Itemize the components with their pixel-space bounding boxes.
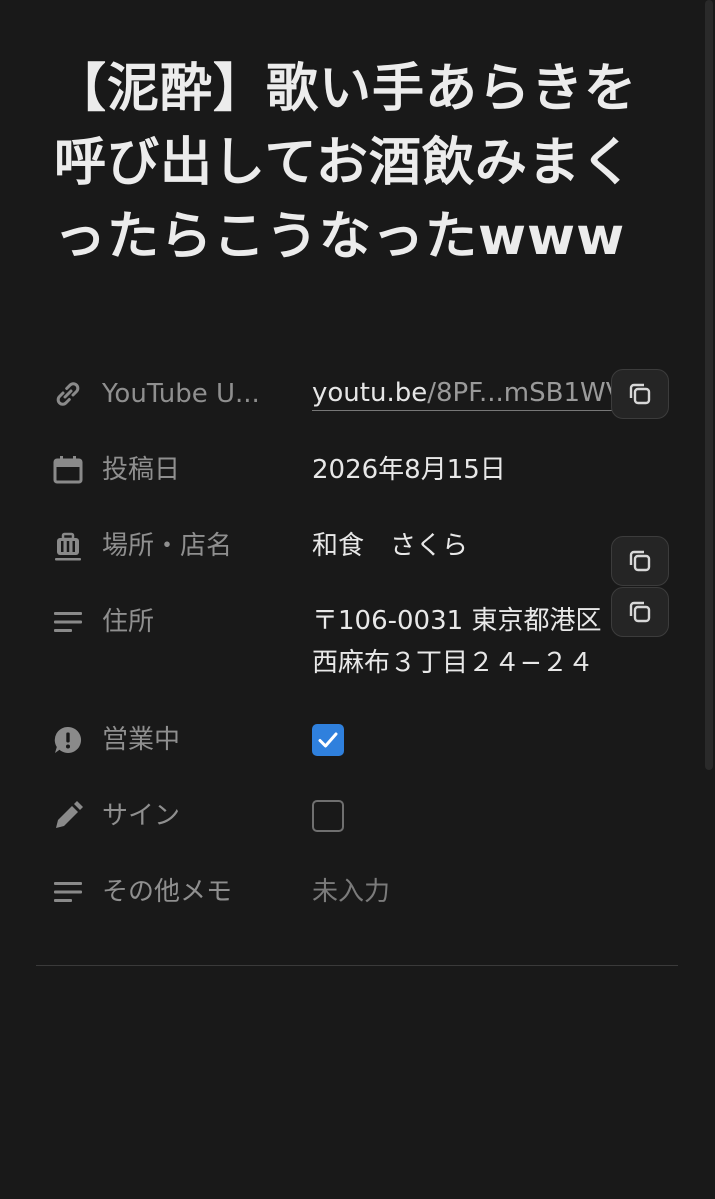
property-label: 住所: [102, 607, 155, 637]
youtube-url-link[interactable]: youtu.be/8PF...mSB1WV: [312, 376, 612, 411]
property-row-youtube-url[interactable]: YouTube U... youtu.be/8PF...mSB1WV: [0, 360, 715, 436]
property-row-memo[interactable]: その他メモ 未入力: [0, 858, 715, 934]
copy-button[interactable]: [611, 587, 669, 637]
property-label: 投稿日: [102, 455, 181, 485]
pencil-icon: [52, 800, 84, 832]
property-label: YouTube U...: [102, 379, 260, 409]
sign-checkbox[interactable]: [312, 800, 344, 832]
divider: [36, 965, 678, 966]
open-checkbox[interactable]: [312, 724, 344, 756]
property-list: YouTube U... youtu.be/8PF...mSB1WV 投稿日 2…: [0, 360, 715, 934]
alert-bubble-icon: [52, 724, 84, 756]
text-lines-icon: [52, 606, 84, 638]
place-name-value[interactable]: 和食 さくら: [312, 528, 468, 564]
building-icon: [52, 530, 84, 562]
calendar-icon: [52, 454, 84, 486]
checkmark-icon: [318, 732, 338, 748]
property-label: その他メモ: [102, 877, 233, 907]
copy-icon: [629, 601, 651, 623]
memo-value[interactable]: 未入力: [312, 874, 390, 910]
property-row-address[interactable]: 住所 〒106-0031 東京都港区西麻布３丁目２４−２４: [0, 587, 715, 706]
address-value[interactable]: 〒106-0031 東京都港区西麻布３丁目２４−２４: [312, 600, 612, 684]
copy-icon: [629, 383, 651, 405]
link-icon: [52, 378, 84, 410]
property-row-open[interactable]: 営業中: [0, 706, 715, 782]
property-label: サイン: [102, 801, 181, 831]
property-row-sign[interactable]: サイン: [0, 782, 715, 858]
property-row-place-name[interactable]: 場所・店名 和食 さくら: [0, 512, 715, 588]
page-title[interactable]: 【泥酔】歌い手あらきを呼び出してお酒飲みまくったらこうなったwww: [54, 52, 644, 274]
post-date-value[interactable]: 2026年8月15日: [312, 452, 506, 488]
copy-icon: [629, 550, 651, 572]
copy-button[interactable]: [611, 369, 669, 419]
text-lines-icon: [52, 876, 84, 908]
copy-button[interactable]: [611, 536, 669, 586]
property-row-post-date[interactable]: 投稿日 2026年8月15日: [0, 436, 715, 512]
property-label: 営業中: [102, 725, 181, 755]
property-label: 場所・店名: [102, 531, 233, 561]
url-domain: youtu.be: [312, 378, 428, 408]
url-path: /8PF...mSB1WV: [427, 378, 612, 408]
